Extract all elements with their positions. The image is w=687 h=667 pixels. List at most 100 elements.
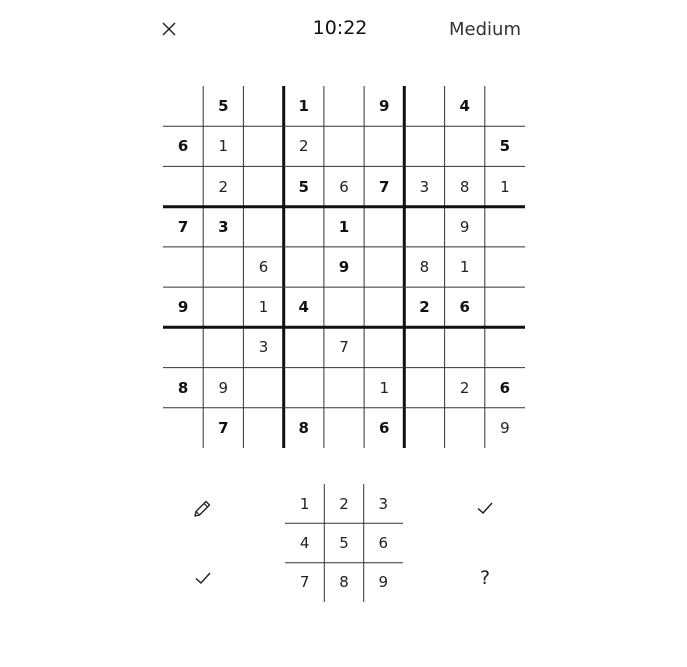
sudoku-cell[interactable] (485, 287, 525, 327)
sudoku-cell[interactable]: 1 (445, 247, 485, 287)
sudoku-cell[interactable] (324, 287, 364, 327)
numpad-key[interactable]: 7 (285, 563, 324, 602)
sudoku-cell[interactable]: 3 (203, 207, 243, 247)
numpad-key[interactable]: 5 (324, 523, 363, 562)
pencil-icon (194, 500, 211, 517)
sudoku-cell[interactable]: 5 (203, 86, 243, 126)
sudoku-cell[interactable]: 5 (284, 166, 324, 206)
sudoku-cell[interactable]: 3 (243, 327, 283, 367)
sudoku-cell[interactable]: 7 (324, 327, 364, 367)
sudoku-cell[interactable]: 3 (404, 166, 444, 206)
sudoku-cell[interactable] (284, 327, 324, 367)
sudoku-cell[interactable]: 6 (324, 166, 364, 206)
sudoku-cell[interactable] (163, 327, 203, 367)
sudoku-cell[interactable]: 1 (364, 368, 404, 408)
sudoku-cell[interactable] (445, 126, 485, 166)
sudoku-cell[interactable] (284, 247, 324, 287)
sudoku-cell[interactable] (163, 408, 203, 448)
sudoku-cell[interactable]: 4 (445, 86, 485, 126)
numpad-key[interactable]: 3 (364, 484, 403, 523)
sudoku-cell[interactable]: 9 (324, 247, 364, 287)
sudoku-cell[interactable]: 9 (445, 207, 485, 247)
numpad-key[interactable]: 9 (364, 563, 403, 602)
sudoku-cell[interactable] (404, 368, 444, 408)
sudoku-cell[interactable] (364, 207, 404, 247)
check-icon (195, 572, 211, 585)
sudoku-cell[interactable]: 2 (284, 126, 324, 166)
sudoku-cell[interactable]: 9 (203, 368, 243, 408)
sudoku-cell[interactable]: 8 (284, 408, 324, 448)
sudoku-cell[interactable] (163, 86, 203, 126)
sudoku-cell[interactable] (485, 247, 525, 287)
number-pad: 123 456 789 (285, 484, 403, 602)
sudoku-cell[interactable] (485, 207, 525, 247)
sudoku-cell[interactable]: 8 (163, 368, 203, 408)
sudoku-cell[interactable]: 6 (364, 408, 404, 448)
sudoku-cell[interactable] (243, 166, 283, 206)
numpad-key[interactable]: 8 (324, 563, 363, 602)
sudoku-cell[interactable] (203, 287, 243, 327)
sudoku-cell[interactable] (364, 287, 404, 327)
sudoku-board: 519461252567381731969819142637891267869 (163, 86, 525, 448)
check-board-button[interactable] (470, 493, 500, 523)
check-cell-button[interactable] (188, 563, 218, 593)
sudoku-cell[interactable] (163, 247, 203, 287)
sudoku-cell[interactable] (203, 247, 243, 287)
sudoku-cell[interactable]: 6 (163, 126, 203, 166)
sudoku-cell[interactable] (404, 327, 444, 367)
sudoku-cell[interactable] (284, 207, 324, 247)
sudoku-cell[interactable] (445, 327, 485, 367)
close-button[interactable] (158, 18, 180, 40)
sudoku-cell[interactable]: 1 (324, 207, 364, 247)
sudoku-cell[interactable] (364, 126, 404, 166)
sudoku-cell[interactable] (324, 86, 364, 126)
sudoku-cell[interactable]: 1 (203, 126, 243, 166)
help-button[interactable]: ? (470, 563, 500, 593)
sudoku-cell[interactable]: 1 (284, 86, 324, 126)
sudoku-cell[interactable]: 2 (445, 368, 485, 408)
sudoku-cell[interactable]: 6 (445, 287, 485, 327)
sudoku-cell[interactable] (485, 327, 525, 367)
sudoku-cell[interactable]: 7 (203, 408, 243, 448)
numpad-key[interactable]: 2 (324, 484, 363, 523)
sudoku-cell[interactable]: 2 (404, 287, 444, 327)
sudoku-cell[interactable]: 7 (364, 166, 404, 206)
sudoku-cell[interactable]: 9 (163, 287, 203, 327)
numpad-key[interactable]: 4 (285, 523, 324, 562)
sudoku-cell[interactable] (404, 86, 444, 126)
sudoku-cell[interactable] (324, 368, 364, 408)
sudoku-cell[interactable]: 9 (364, 86, 404, 126)
sudoku-cell[interactable] (243, 126, 283, 166)
sudoku-cell[interactable] (243, 86, 283, 126)
sudoku-cell[interactable]: 8 (404, 247, 444, 287)
sudoku-cell[interactable] (243, 408, 283, 448)
difficulty-label[interactable]: Medium (440, 19, 530, 40)
sudoku-cell[interactable] (404, 408, 444, 448)
sudoku-cell[interactable]: 7 (163, 207, 203, 247)
sudoku-cell[interactable] (485, 86, 525, 126)
pencil-button[interactable] (187, 494, 217, 524)
sudoku-cell[interactable] (364, 247, 404, 287)
sudoku-cell[interactable] (404, 126, 444, 166)
sudoku-cell[interactable]: 6 (485, 368, 525, 408)
sudoku-cell[interactable] (445, 408, 485, 448)
sudoku-cell[interactable] (284, 368, 324, 408)
sudoku-cell[interactable] (324, 126, 364, 166)
sudoku-cell[interactable] (203, 327, 243, 367)
sudoku-cell[interactable]: 9 (485, 408, 525, 448)
sudoku-cell[interactable] (324, 408, 364, 448)
sudoku-cell[interactable]: 6 (243, 247, 283, 287)
numpad-key[interactable]: 1 (285, 484, 324, 523)
sudoku-cell[interactable]: 4 (284, 287, 324, 327)
numpad-key[interactable]: 6 (364, 523, 403, 562)
sudoku-cell[interactable]: 2 (203, 166, 243, 206)
sudoku-cell[interactable] (243, 368, 283, 408)
sudoku-cell[interactable]: 5 (485, 126, 525, 166)
sudoku-cell[interactable] (404, 207, 444, 247)
sudoku-cell[interactable]: 1 (485, 166, 525, 206)
sudoku-cell[interactable]: 1 (243, 287, 283, 327)
sudoku-cell[interactable] (243, 207, 283, 247)
sudoku-cell[interactable] (163, 166, 203, 206)
sudoku-cell[interactable] (364, 327, 404, 367)
sudoku-cell[interactable]: 8 (445, 166, 485, 206)
